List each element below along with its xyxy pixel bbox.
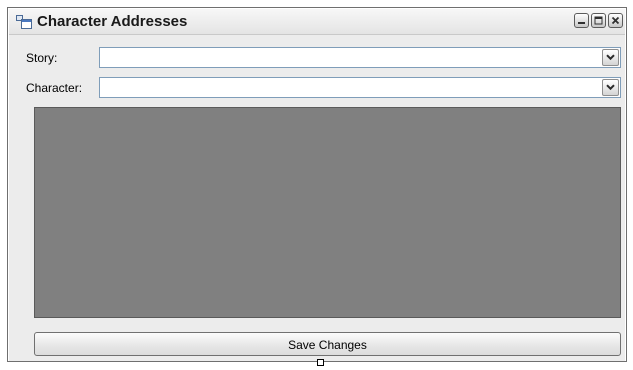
form-window-icon [16, 15, 32, 29]
maximize-button[interactable] [591, 13, 606, 28]
caption-buttons [574, 13, 623, 29]
form-client-area: Story: Character: Save Changes [9, 35, 625, 361]
character-dropdown-button[interactable] [602, 79, 619, 96]
resize-handle[interactable] [317, 359, 324, 366]
character-label: Character: [26, 81, 83, 95]
close-button[interactable] [608, 13, 623, 28]
form-window: Character Addresses Story: Character: Sa… [7, 7, 627, 362]
minimize-icon [578, 22, 585, 24]
addresses-grid[interactable] [34, 107, 621, 318]
designer-surface: Character Addresses Story: Character: Sa… [0, 0, 633, 370]
story-dropdown[interactable] [99, 47, 621, 68]
story-dropdown-button[interactable] [602, 49, 619, 66]
window-title: Character Addresses [37, 13, 188, 30]
close-icon [611, 16, 620, 25]
chevron-down-icon [606, 84, 615, 91]
maximize-icon [594, 16, 603, 25]
chevron-down-icon [606, 54, 615, 61]
save-changes-button[interactable]: Save Changes [34, 332, 621, 356]
minimize-button[interactable] [574, 13, 589, 28]
title-bar[interactable]: Character Addresses [9, 9, 625, 35]
character-dropdown[interactable] [99, 77, 621, 98]
story-label: Story: [26, 51, 58, 65]
